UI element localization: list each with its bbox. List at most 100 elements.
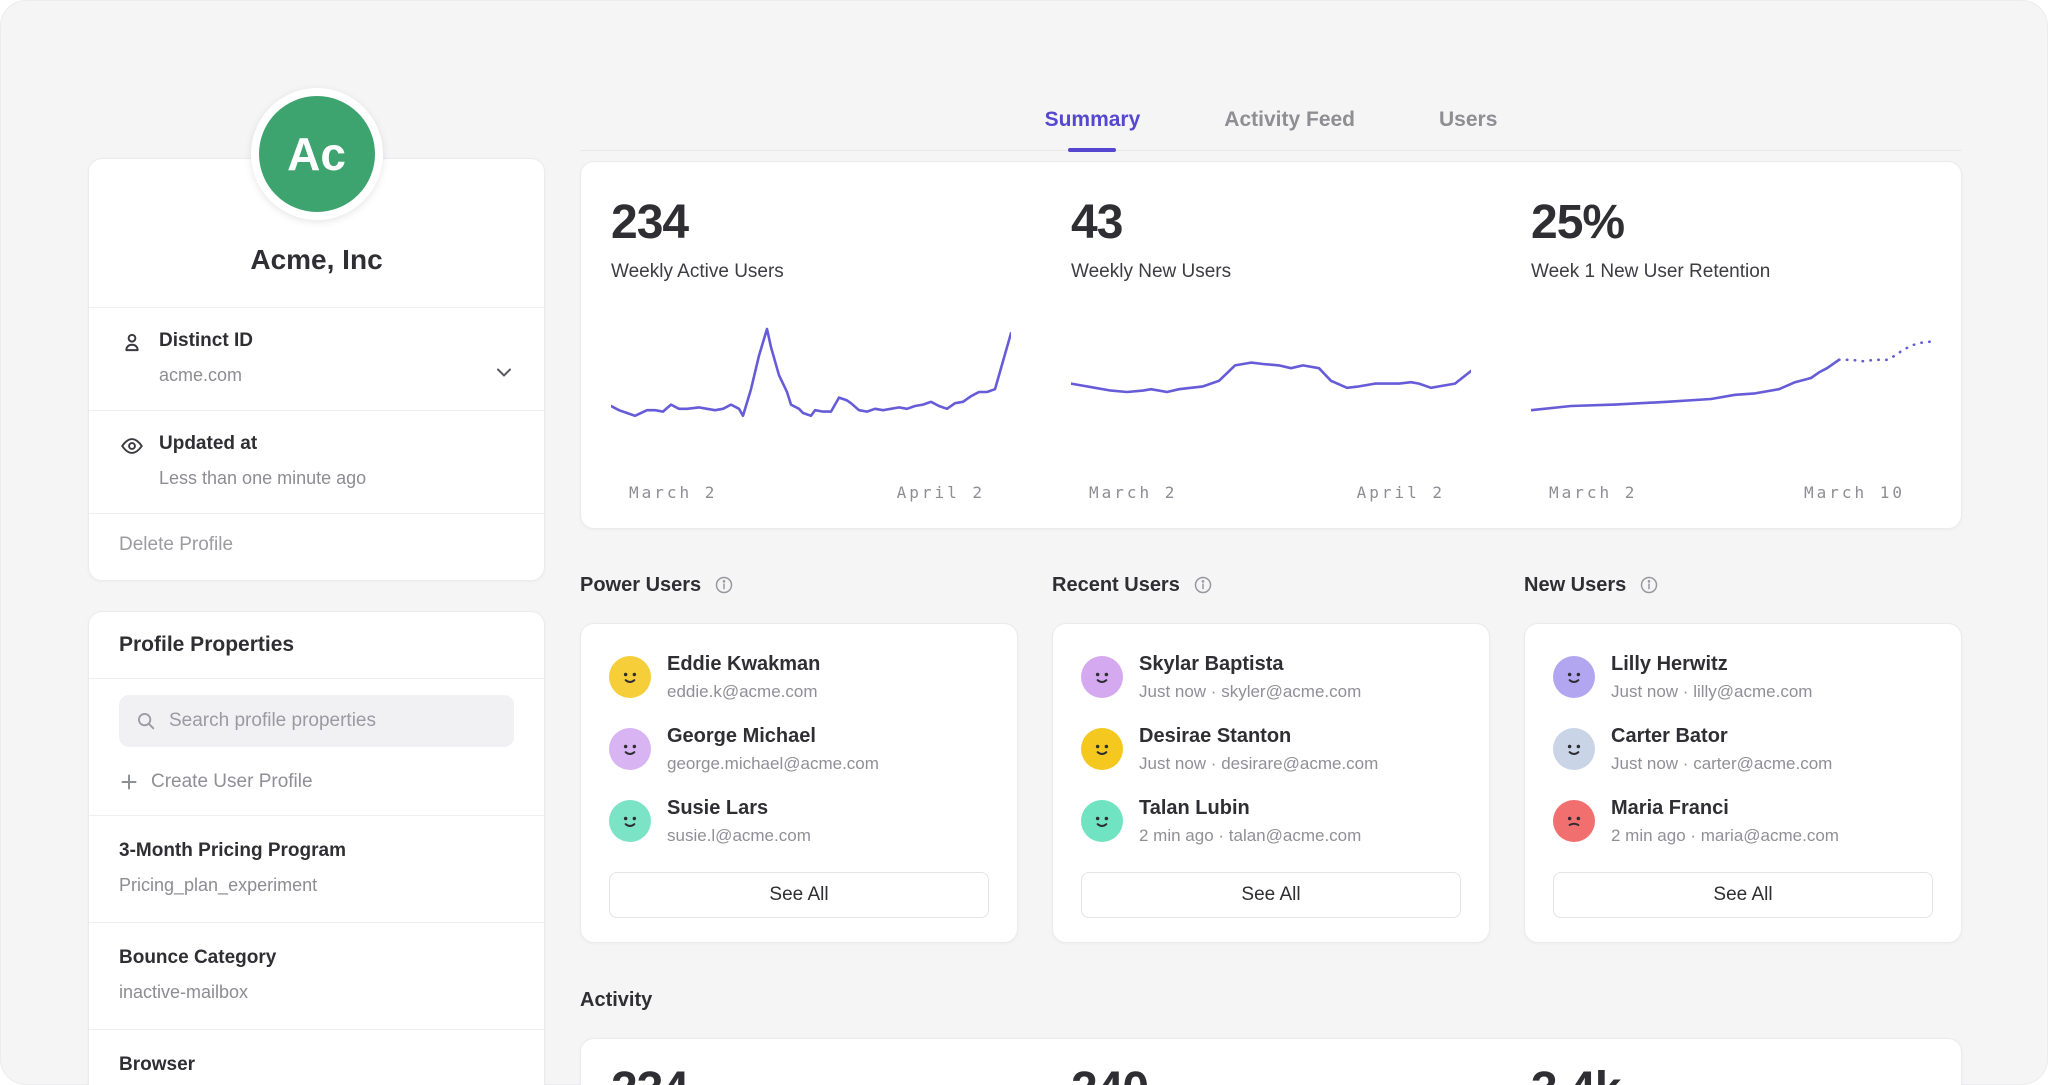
power-users-card: Eddie Kwakman eddie.k@acme.com George Mi…: [580, 623, 1018, 943]
user-text: Carter Bator Just now · carter@acme.com: [1611, 724, 1832, 774]
tick-label: March 2: [1549, 483, 1637, 502]
doodle-face-icon: [615, 662, 645, 692]
property-value: Pricing_plan_experiment: [119, 874, 514, 896]
tab-label: Users: [1439, 108, 1497, 131]
user-row[interactable]: Susie Lars susie.l@acme.com: [609, 796, 989, 846]
stat-value: 234: [611, 196, 1011, 250]
create-user-profile-label: Create User Profile: [151, 771, 313, 793]
stat-label: Weekly Active Users: [611, 260, 1011, 283]
doodle-face-icon: [615, 734, 645, 764]
activity-card: 234 240 3.4k: [580, 1038, 1962, 1085]
profile-properties-title: Profile Properties: [89, 612, 544, 678]
see-all-button[interactable]: See All: [1553, 872, 1933, 918]
user-avatar: [1081, 800, 1123, 842]
user-row[interactable]: Talan Lubin 2 min ago · talan@acme.com: [1081, 796, 1461, 846]
activity-stat: 3.4k: [1501, 1063, 1961, 1085]
user-text: Susie Lars susie.l@acme.com: [667, 796, 811, 846]
user-name: Talan Lubin: [1139, 796, 1361, 820]
recent-users-card: Skylar Baptista Just now · skyler@acme.c…: [1052, 623, 1490, 943]
doodle-face-icon: [1087, 734, 1117, 764]
new-users-card: Lilly Herwitz Just now · lilly@acme.com …: [1524, 623, 1962, 943]
user-avatar: [609, 656, 651, 698]
activity-section-title: Activity: [580, 989, 1962, 1012]
user-name: Carter Bator: [1611, 724, 1832, 748]
tab-label: Activity Feed: [1224, 108, 1355, 131]
field-label: Distinct ID: [159, 330, 253, 352]
stat-weekly-new-users: 43 Weekly New Users March 2 April 2: [1041, 196, 1501, 502]
user-avatar: [609, 728, 651, 770]
user-name: Skylar Baptista: [1139, 652, 1361, 676]
property-label: 3-Month Pricing Program: [119, 840, 514, 862]
stat-week1-retention: 25% Week 1 New User Retention March 2 Ma…: [1501, 196, 1961, 502]
search-icon: [135, 710, 157, 732]
user-name: George Michael: [667, 724, 879, 748]
person-icon: [119, 330, 145, 356]
user-text: Maria Franci 2 min ago · maria@acme.com: [1611, 796, 1839, 846]
info-icon[interactable]: [1638, 574, 1660, 596]
user-row[interactable]: Maria Franci 2 min ago · maria@acme.com: [1553, 796, 1933, 846]
x-axis-ticks: March 2 March 10: [1531, 483, 1931, 502]
search-box[interactable]: [119, 695, 514, 747]
profile-sidebar: Ac Acme, Inc Distinct ID acme.com: [88, 0, 545, 1085]
field-value: Less than one minute ago: [159, 467, 366, 489]
doodle-face-icon: [615, 806, 645, 836]
stat-label: Week 1 New User Retention: [1531, 260, 1931, 283]
stat-value: 25%: [1531, 196, 1931, 250]
field-value: acme.com: [159, 364, 253, 386]
user-text: Skylar Baptista Just now · skyler@acme.c…: [1139, 652, 1361, 702]
user-sections: Power Users Eddie Kwakman eddie.k@acme.c…: [580, 573, 1962, 943]
info-icon[interactable]: [1192, 574, 1214, 596]
user-avatar: [1081, 728, 1123, 770]
plus-icon: [119, 772, 139, 792]
x-axis-ticks: March 2 April 2: [611, 483, 1011, 502]
tab-label: Summary: [1045, 108, 1141, 131]
user-meta: Just now · desirare@acme.com: [1139, 754, 1378, 774]
see-all-button[interactable]: See All: [1081, 872, 1461, 918]
user-row[interactable]: Eddie Kwakman eddie.k@acme.com: [609, 652, 989, 702]
tab-activity-feed[interactable]: Activity Feed: [1224, 108, 1355, 150]
user-text: Eddie Kwakman eddie.k@acme.com: [667, 652, 820, 702]
delete-profile-button[interactable]: Delete Profile: [89, 514, 544, 580]
stat-weekly-active-users: 234 Weekly Active Users March 2 April 2: [581, 196, 1041, 502]
field-text: Distinct ID acme.com: [159, 330, 253, 386]
activity-stat-value: 234: [611, 1063, 1011, 1085]
property-value: inactive-mailbox: [119, 981, 514, 1003]
field-label: Updated at: [159, 433, 366, 455]
user-meta: 2 min ago · talan@acme.com: [1139, 826, 1361, 846]
property-label: Browser: [119, 1054, 514, 1076]
search-input[interactable]: [169, 710, 498, 732]
property-item: 3-Month Pricing Program Pricing_plan_exp…: [89, 816, 544, 922]
create-user-profile-button[interactable]: Create User Profile: [119, 771, 514, 793]
recent-users-column: Recent Users Skylar Baptista Just now · …: [1052, 573, 1490, 943]
user-name: Maria Franci: [1611, 796, 1839, 820]
user-avatar: [1081, 656, 1123, 698]
tab-bar: Summary Activity Feed Users: [580, 0, 1962, 151]
tab-summary[interactable]: Summary: [1045, 108, 1141, 150]
user-avatar: [609, 800, 651, 842]
main-content: Summary Activity Feed Users 234 Weekly A…: [580, 0, 1962, 1085]
user-row[interactable]: George Michael george.michael@acme.com: [609, 724, 989, 774]
see-all-button[interactable]: See All: [609, 872, 989, 918]
tick-label: April 2: [1357, 483, 1445, 502]
user-row[interactable]: Carter Bator Just now · carter@acme.com: [1553, 724, 1933, 774]
new-users-header: New Users: [1524, 573, 1962, 597]
profile-dashboard: Ac Acme, Inc Distinct ID acme.com: [0, 0, 2048, 1085]
user-row[interactable]: Skylar Baptista Just now · skyler@acme.c…: [1081, 652, 1461, 702]
user-meta: Just now · carter@acme.com: [1611, 754, 1832, 774]
user-text: Lilly Herwitz Just now · lilly@acme.com: [1611, 652, 1812, 702]
user-row[interactable]: Lilly Herwitz Just now · lilly@acme.com: [1553, 652, 1933, 702]
user-row[interactable]: Desirae Stanton Just now · desirare@acme…: [1081, 724, 1461, 774]
user-name: Eddie Kwakman: [667, 652, 820, 676]
property-item: Bounce Category inactive-mailbox: [89, 923, 544, 1029]
user-meta: george.michael@acme.com: [667, 754, 879, 774]
doodle-face-icon: [1559, 734, 1589, 764]
power-users-column: Power Users Eddie Kwakman eddie.k@acme.c…: [580, 573, 1018, 943]
profile-properties-body: Create User Profile: [89, 679, 544, 815]
tab-users[interactable]: Users: [1439, 108, 1497, 150]
info-icon[interactable]: [713, 574, 735, 596]
user-name: Desirae Stanton: [1139, 724, 1378, 748]
avatar-wrap: Ac: [88, 0, 545, 220]
chevron-down-icon[interactable]: [492, 360, 516, 384]
retention-sparkline: [1531, 317, 1931, 467]
distinct-id-row[interactable]: Distinct ID acme.com: [89, 308, 544, 410]
